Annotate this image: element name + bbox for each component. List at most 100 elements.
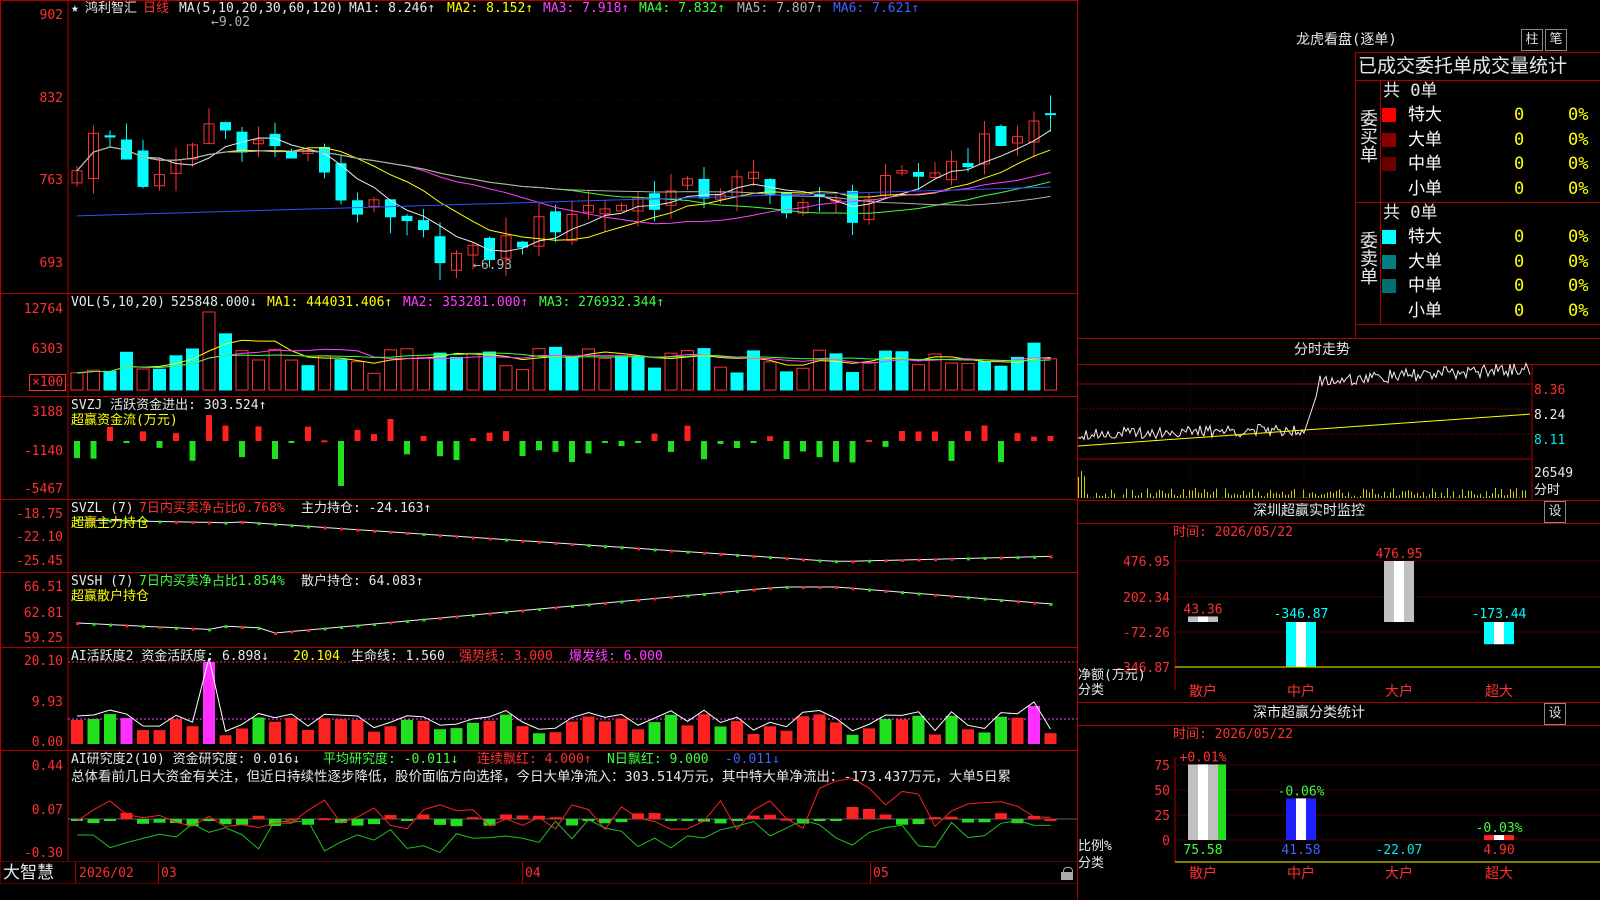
ai-activity-panel[interactable]: AI活跃度2 资金活跃度: 6.898↓ 20.104 生命线: 1.560 强… bbox=[0, 647, 1078, 751]
holding-dot bbox=[142, 625, 145, 629]
activity-bar bbox=[912, 715, 925, 744]
stock-name[interactable]: 鸿利智汇 bbox=[85, 1, 137, 16]
flow-bar bbox=[519, 441, 526, 456]
legend-swatch bbox=[1382, 182, 1396, 196]
activity-bar bbox=[863, 728, 875, 744]
intraday-price: 8.24 bbox=[1534, 408, 1566, 423]
intraday-vol-bar bbox=[1480, 493, 1481, 498]
period-label[interactable]: 日线 bbox=[143, 1, 169, 16]
research-bar bbox=[681, 819, 694, 821]
intraday-vol-bar bbox=[1321, 494, 1322, 498]
monitor-value-label: -173.44 bbox=[1472, 607, 1527, 622]
aires-summary: 总体看前几日大资金有关注，但近日持续性逐步降低，股价面临方向选择，今日大单净流入… bbox=[71, 769, 1012, 785]
lhb-row: 中单 0 0% bbox=[1382, 274, 1600, 298]
flow-bar bbox=[107, 426, 113, 441]
activity-bar bbox=[714, 726, 727, 744]
svsh-header-b: 7日内买卖净占比1.854% bbox=[139, 574, 285, 589]
ma3-value: MA3: 7.918↑ bbox=[543, 1, 630, 16]
holding-dot bbox=[257, 522, 261, 526]
holding-dot bbox=[125, 624, 129, 628]
lhb-row-pct: 0% bbox=[1568, 300, 1589, 321]
intraday-vol-bar bbox=[1198, 492, 1199, 498]
intraday-vol-bar bbox=[1522, 490, 1523, 498]
aires-header-e: -0.011↓ bbox=[725, 752, 780, 767]
holding-dot bbox=[505, 538, 508, 542]
svzj-panel[interactable]: SVZJ 活跃资金进出: 303.524↑ 超赢资金流(万元) 3188 -11… bbox=[0, 396, 1078, 500]
research-bar bbox=[995, 813, 1007, 819]
research-bar bbox=[467, 817, 479, 820]
volume-bar bbox=[186, 348, 199, 391]
flow-bar bbox=[948, 441, 955, 461]
activity-bar bbox=[533, 733, 545, 744]
activity-bar bbox=[929, 734, 941, 744]
left-chart-area[interactable]: ★ 鸿利智汇 日线 MA(5,10,20,30,60,120) MA1: 8.2… bbox=[0, 0, 1078, 884]
volume-panel[interactable]: VOL(5,10,20) 525848.000↓ MA1: 444031.406… bbox=[0, 293, 1078, 397]
date-label: 04 bbox=[525, 866, 541, 881]
flow-bar bbox=[255, 426, 262, 441]
activity-bar bbox=[764, 726, 776, 744]
research-bar bbox=[120, 812, 133, 819]
candle-body bbox=[104, 135, 116, 138]
classify-section[interactable]: 深市超赢分类统计 设 时间: 2026/05/22 75 50 25 0 +0.01% 7… bbox=[1078, 702, 1600, 900]
intraday-section[interactable]: 分时走势 8.36 8.24 8.11 26549 分时 bbox=[1078, 338, 1600, 501]
intraday-vol-bar bbox=[1513, 491, 1514, 498]
holding-dot bbox=[340, 527, 343, 531]
brand-label[interactable]: 大智慧 bbox=[3, 863, 54, 883]
volume-bar bbox=[714, 366, 727, 391]
svzj-y-tick: 3188 bbox=[31, 405, 63, 420]
research-bar bbox=[599, 819, 611, 824]
svzl-panel[interactable]: SVZL (7) 7日内买卖净占比0.768% 主力持仓: -24.163↑ 超… bbox=[0, 499, 1078, 573]
intraday-vol-bar bbox=[1381, 496, 1382, 498]
activity-bar bbox=[219, 735, 232, 744]
aires-header-b: 平均研究度: -0.011↓ bbox=[323, 752, 459, 767]
ai2-y-tick: 9.93 bbox=[31, 695, 63, 710]
holding-dot bbox=[1016, 600, 1020, 604]
intraday-vol-bar bbox=[1228, 493, 1229, 498]
intraday-vol-bar bbox=[1441, 492, 1442, 498]
intraday-vol-bar bbox=[1171, 488, 1172, 498]
column-view-button[interactable]: 柱 bbox=[1521, 29, 1543, 51]
flow-bar bbox=[338, 441, 344, 486]
classify-unit: 比例% bbox=[1078, 839, 1112, 854]
flow-bar bbox=[503, 431, 509, 441]
intraday-vol-bar bbox=[1291, 490, 1292, 498]
sell-side-label: 委卖单 bbox=[1357, 231, 1378, 285]
ai-research-panel[interactable]: AI研究度2(10) 资金研究度: 0.016↓ 平均研究度: -0.011↓ … bbox=[0, 750, 1078, 862]
tick-view-button[interactable]: 笔 bbox=[1545, 29, 1567, 51]
ai2-header-a: AI活跃度2 资金活跃度: 6.898↓ bbox=[71, 649, 269, 664]
aires-y-tick: 0.07 bbox=[31, 803, 63, 818]
intraday-vol-bar bbox=[1498, 494, 1499, 498]
flow-bar bbox=[354, 429, 361, 441]
holding-dot bbox=[307, 525, 310, 529]
research-bar bbox=[912, 819, 925, 825]
ma3-line bbox=[76, 146, 1051, 225]
activity-bar bbox=[285, 718, 298, 744]
ma4-value: MA4: 7.832↑ bbox=[639, 1, 726, 16]
monitor-section[interactable]: 深圳超赢实时监控 设 时间: 2026/05/22 476.95 202.34 -7… bbox=[1078, 500, 1600, 703]
classify-cat-label: 分类 bbox=[1078, 856, 1105, 871]
holding-dot bbox=[604, 602, 607, 605]
intraday-vol-bar bbox=[1237, 494, 1238, 498]
intraday-vol-bar bbox=[1477, 495, 1478, 498]
holding-dot bbox=[818, 559, 822, 563]
research-bar bbox=[252, 815, 265, 819]
volume-bar bbox=[615, 355, 628, 391]
intraday-vol-bar bbox=[1087, 494, 1088, 498]
flow-bar bbox=[701, 441, 707, 460]
intraday-vol-bar bbox=[1510, 488, 1511, 498]
intraday-vol-bar bbox=[1282, 491, 1283, 498]
svsh-panel[interactable]: SVSH (7) 7日内买卖净占比1.854% 散户持仓: 64.083↑ 超赢… bbox=[0, 572, 1078, 648]
lhb-row-pct: 0% bbox=[1568, 251, 1589, 272]
ai2-y-tick: 0.00 bbox=[31, 735, 63, 750]
intraday-vol-bar bbox=[1222, 497, 1223, 498]
intraday-vol-bar bbox=[1339, 489, 1340, 498]
activity-bar bbox=[368, 731, 380, 744]
intraday-price: 8.36 bbox=[1534, 383, 1566, 398]
legend-swatch bbox=[1382, 254, 1396, 269]
lhb-title: 龙虎看盘(逐单) bbox=[1296, 32, 1397, 48]
activity-bar bbox=[87, 718, 100, 744]
kline-y-tick: 902 bbox=[39, 8, 63, 23]
kline-panel[interactable]: ★ 鸿利智汇 日线 MA(5,10,20,30,60,120) MA1: 8.2… bbox=[0, 0, 1078, 294]
intraday-vol-bar bbox=[1156, 492, 1157, 498]
holding-dot bbox=[587, 603, 591, 607]
